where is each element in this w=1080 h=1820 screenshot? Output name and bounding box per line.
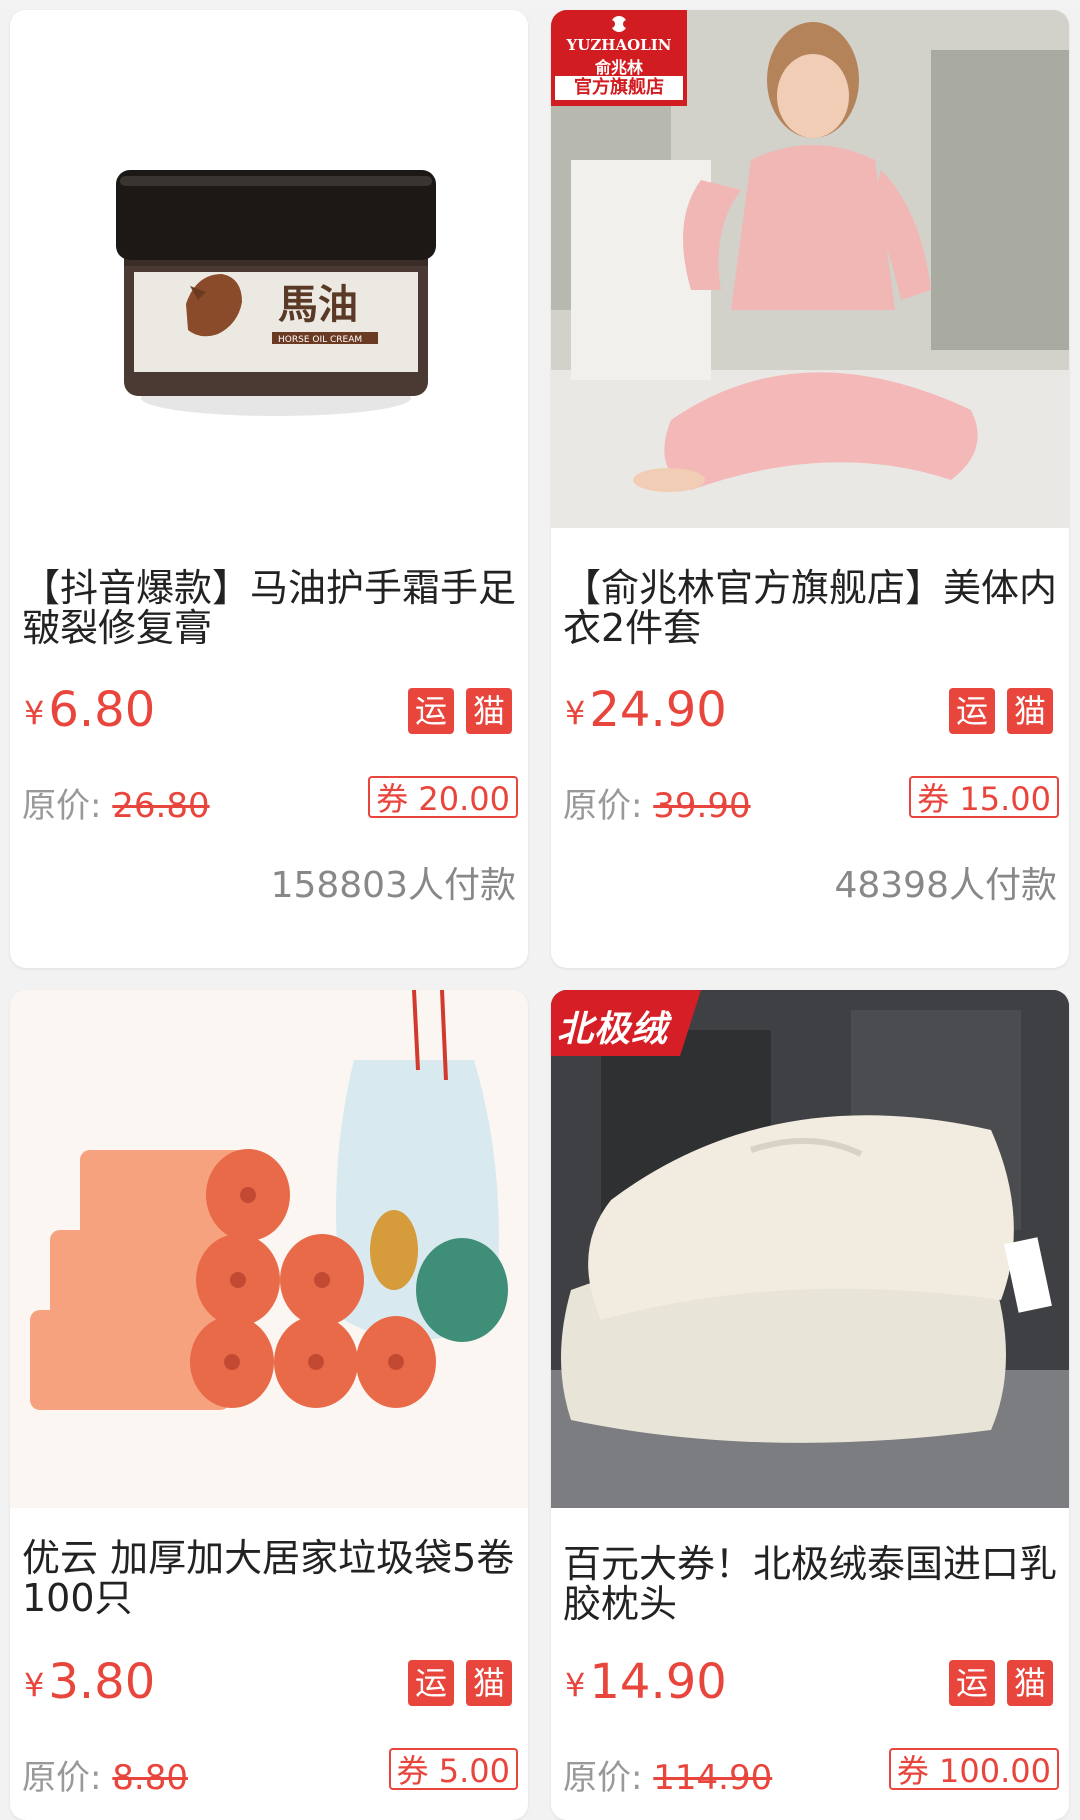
brand-store-label: 官方旗舰店 xyxy=(555,76,683,100)
coupon-badge[interactable]: 券 15.00 xyxy=(909,776,1059,818)
original-price-label: 原价: xyxy=(563,1758,643,1798)
latex-pillow-image xyxy=(551,990,1069,1508)
tag-shipping: 运 xyxy=(949,688,995,734)
tag-shipping: 运 xyxy=(949,1660,995,1706)
product-title[interactable]: 百元大券！北极绒泰国进口乳胶枕头 xyxy=(563,1544,1057,1624)
product-image[interactable]: 馬油 HORSE OIL CREAM xyxy=(10,10,528,528)
original-price-value: 39.90 xyxy=(653,786,751,826)
price-value: 6.80 xyxy=(48,682,156,738)
product-card-4[interactable]: 北极绒 百元大券！北极绒泰国进口乳胶枕头 ¥14.90 运 猫 原价: 114.… xyxy=(551,990,1069,1820)
price: ¥24.90 xyxy=(565,682,727,738)
garbage-bag-rolls-image xyxy=(10,990,528,1508)
original-price-label: 原价: xyxy=(22,786,102,826)
jar-label-subtext: HORSE OIL CREAM xyxy=(278,335,362,345)
original-price-value: 26.80 xyxy=(112,786,210,826)
product-title[interactable]: 【抖音爆款】马油护手霜手足皲裂修复膏 xyxy=(22,568,516,648)
currency-symbol: ¥ xyxy=(24,1666,45,1704)
currency-symbol: ¥ xyxy=(24,694,45,732)
brand-badge: YUZHAOLIN 俞兆林 官方旗舰店 xyxy=(551,10,687,106)
product-card-3[interactable]: 优云 加厚加大居家垃圾袋5卷100只 ¥3.80 运 猫 原价: 8.80 券 … xyxy=(10,990,528,1820)
original-price: 原价: 26.80 xyxy=(22,778,210,827)
top-strip xyxy=(0,0,1080,8)
brand-name-en: YUZHAOLIN xyxy=(566,36,672,54)
original-price: 原价: 8.80 xyxy=(22,1750,188,1799)
product-image[interactable] xyxy=(10,990,528,1508)
original-price-value: 114.90 xyxy=(653,1758,773,1798)
price: ¥6.80 xyxy=(24,682,155,738)
product-title[interactable]: 优云 加厚加大居家垃圾袋5卷100只 xyxy=(22,1538,516,1618)
currency-symbol: ¥ xyxy=(565,694,586,732)
original-price-value: 8.80 xyxy=(112,1758,188,1798)
price-value: 24.90 xyxy=(589,682,727,738)
tag-tmall: 猫 xyxy=(1007,1660,1053,1706)
product-title[interactable]: 【俞兆林官方旗舰店】美体内衣2件套 xyxy=(563,568,1057,648)
original-price: 原价: 39.90 xyxy=(563,778,751,827)
product-image[interactable]: YUZHAOLIN 俞兆林 官方旗舰店 xyxy=(551,10,1069,528)
product-image[interactable]: 北极绒 xyxy=(551,990,1069,1508)
price-value: 3.80 xyxy=(48,1654,156,1710)
coupon-badge[interactable]: 券 5.00 xyxy=(388,1748,518,1790)
tag-shipping: 运 xyxy=(408,1660,454,1706)
product-card-1[interactable]: 馬油 HORSE OIL CREAM 【抖音爆款】马油护手霜手足皲裂修复膏 ¥6… xyxy=(10,10,528,968)
price-value: 14.90 xyxy=(589,1654,727,1710)
sales-count: 48398人付款 xyxy=(834,865,1057,906)
product-card-2[interactable]: YUZHAOLIN 俞兆林 官方旗舰店 【俞兆林官方旗舰店】美体内衣2件套 ¥2… xyxy=(551,10,1069,968)
original-price-label: 原价: xyxy=(563,786,643,826)
tag-tmall: 猫 xyxy=(1007,688,1053,734)
original-price-label: 原价: xyxy=(22,1758,102,1798)
currency-symbol: ¥ xyxy=(565,1666,586,1704)
coupon-badge[interactable]: 券 100.00 xyxy=(888,1748,1059,1790)
brand-badge: 北极绒 xyxy=(551,990,701,1056)
original-price: 原价: 114.90 xyxy=(563,1750,772,1799)
horse-oil-jar-image: 馬油 HORSE OIL CREAM xyxy=(116,170,436,416)
jar-label-text: 馬油 xyxy=(278,281,358,328)
tag-tmall: 猫 xyxy=(466,1660,512,1706)
tag-shipping: 运 xyxy=(408,688,454,734)
brand-name-cn: 俞兆林 xyxy=(594,58,643,77)
coupon-badge[interactable]: 券 20.00 xyxy=(368,776,518,818)
price: ¥14.90 xyxy=(565,1654,727,1710)
sales-count: 158803人付款 xyxy=(270,865,516,906)
tag-tmall: 猫 xyxy=(466,688,512,734)
price: ¥3.80 xyxy=(24,1654,155,1710)
brand-name: 北极绒 xyxy=(557,1009,669,1050)
